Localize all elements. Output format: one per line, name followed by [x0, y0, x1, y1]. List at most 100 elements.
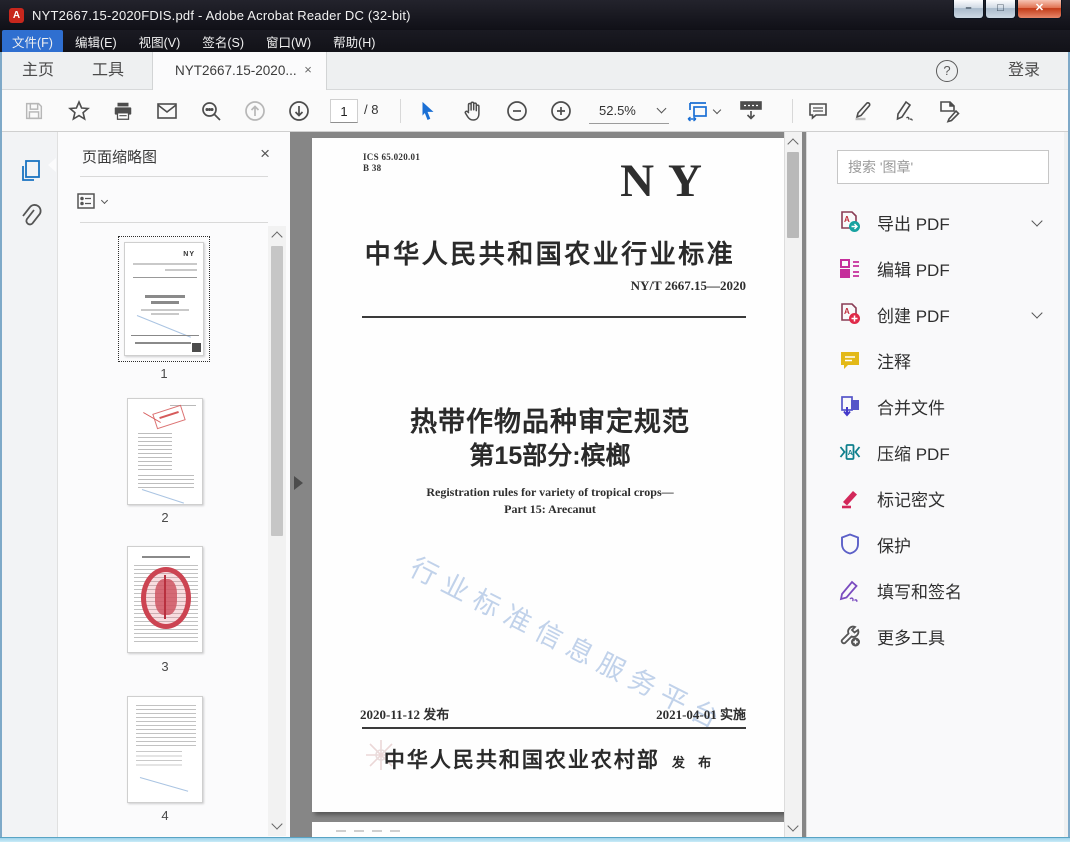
tab-home[interactable]: 主页: [22, 52, 54, 90]
menu-view[interactable]: 视图(V): [129, 30, 191, 53]
close-button[interactable]: ✕: [1017, 0, 1062, 19]
highlighter-icon[interactable]: [846, 95, 878, 127]
restore-button[interactable]: □: [985, 0, 1016, 19]
comment-icon[interactable]: [802, 95, 834, 127]
tool-redact[interactable]: 标记密文: [837, 481, 1051, 515]
svg-text:A: A: [848, 450, 853, 457]
zoom-in-icon[interactable]: [545, 95, 577, 127]
tab-document-label: NYT2667.15-2020...: [175, 63, 297, 78]
document-title-cn: 热带作物品种审定规范: [410, 407, 690, 437]
pdf-app-icon: A: [9, 7, 24, 23]
attachments-paperclip-icon[interactable]: [18, 204, 44, 230]
menu-window[interactable]: 窗口(W): [256, 30, 321, 53]
page-total-label: / 8: [364, 102, 379, 117]
pdf-page-1[interactable]: ICS 65.020.01 B 38 NY 中华人民共和国农业行业标准 NY/T…: [312, 138, 788, 812]
zoom-out-icon[interactable]: [501, 95, 533, 127]
next-page-icon[interactable]: [283, 95, 315, 127]
tool-label: 更多工具: [877, 628, 945, 648]
print-icon[interactable]: [107, 95, 139, 127]
ny-logo: NY: [620, 155, 716, 207]
tool-more-tools[interactable]: 更多工具: [837, 619, 1051, 653]
help-icon[interactable]: ?: [936, 60, 958, 82]
tools-panel: A 导出 PDF 编辑 PDF A 创建 PDF 注释 合并文件: [806, 132, 1064, 838]
export-pdf-icon: A: [837, 209, 863, 235]
edit-pdf-icon: [837, 255, 863, 281]
minimize-button[interactable]: –: [953, 0, 984, 19]
tool-protect[interactable]: 保护: [837, 527, 1051, 561]
thumbnail-page-3[interactable]: [127, 546, 203, 653]
panel-close-icon[interactable]: ×: [260, 144, 270, 164]
ics-class: B 38: [363, 163, 382, 173]
toolbar-separator: [792, 99, 793, 123]
tool-label: 标记密文: [877, 490, 945, 510]
login-button[interactable]: 登录: [1008, 52, 1040, 90]
menu-bar: 文件(F) 编辑(E) 视图(V) 签名(S) 窗口(W) 帮助(H): [0, 29, 1070, 53]
expand-left-panel-icon[interactable]: [294, 476, 303, 490]
tool-create-pdf[interactable]: A 创建 PDF: [837, 297, 1051, 331]
page-thumbnails-icon[interactable]: [18, 158, 44, 184]
panel-notch: [48, 158, 56, 172]
email-icon[interactable]: [151, 95, 183, 127]
tool-label: 填写和签名: [877, 582, 962, 602]
menu-edit[interactable]: 编辑(E): [65, 30, 127, 53]
compress-pdf-icon: A: [837, 439, 863, 465]
tool-label: 压缩 PDF: [877, 444, 950, 464]
save-icon[interactable]: [18, 95, 50, 127]
acrobat-window: A NYT2667.15-2020FDIS.pdf - Adobe Acroba…: [0, 0, 1070, 842]
scrollbar-thumb[interactable]: [271, 246, 283, 536]
chevron-down-icon[interactable]: [1031, 306, 1043, 319]
tool-label: 注释: [877, 352, 911, 372]
thumbnail-page-4[interactable]: [127, 696, 203, 803]
window-title: NYT2667.15-2020FDIS.pdf - Adobe Acrobat …: [32, 7, 411, 23]
page-number-input[interactable]: [330, 99, 358, 123]
stamp-sign-icon[interactable]: [933, 95, 965, 127]
scrollbar-thumb[interactable]: [787, 152, 799, 238]
tool-fill-sign[interactable]: 填写和签名: [837, 573, 1051, 607]
hand-tool-icon[interactable]: [457, 95, 489, 127]
tab-tools[interactable]: 工具: [92, 52, 124, 90]
thumbnail-page-1[interactable]: NY: [124, 242, 204, 356]
tool-edit-pdf[interactable]: 编辑 PDF: [837, 251, 1051, 285]
thumbnail-options-button[interactable]: [76, 188, 116, 214]
previous-page-icon[interactable]: [239, 95, 271, 127]
tool-compress-pdf[interactable]: A 压缩 PDF: [837, 435, 1051, 469]
chevron-down-icon: [656, 103, 667, 114]
combine-files-icon: [837, 393, 863, 419]
implementation-date: 2021-04-01 实施: [656, 707, 746, 722]
divider: [362, 727, 746, 729]
publisher-name: 中华人民共和国农业农村部: [383, 749, 660, 772]
page-thumbnails-panel: 页面缩略图 × NY 1 2 3 4: [58, 132, 290, 838]
menu-sign[interactable]: 签名(S): [192, 30, 254, 53]
svg-text:A: A: [844, 307, 850, 316]
thumbnail-number: 2: [161, 510, 169, 525]
divider: [80, 176, 268, 177]
thumbnail-page-2[interactable]: [127, 398, 203, 505]
chevron-down-icon[interactable]: [1031, 214, 1043, 227]
more-tools-icon: [837, 623, 863, 649]
tab-close-icon[interactable]: ×: [300, 62, 316, 78]
window-border: [0, 837, 1070, 842]
tools-search-input[interactable]: [837, 150, 1049, 184]
comment-icon: [837, 347, 863, 373]
main-toolbar: / 8 52.5%: [2, 90, 1068, 132]
tool-label: 导出 PDF: [877, 214, 950, 234]
document-view[interactable]: ICS 65.020.01 B 38 NY 中华人民共和国农业行业标准 NY/T…: [290, 132, 806, 838]
title-bar: A NYT2667.15-2020FDIS.pdf - Adobe Acroba…: [0, 0, 1070, 30]
issue-date: 2020-11-12 发布: [360, 707, 450, 722]
menu-file[interactable]: 文件(F): [2, 29, 63, 53]
star-icon[interactable]: [63, 95, 95, 127]
sign-pen-icon[interactable]: [889, 95, 921, 127]
select-tool-icon[interactable]: [412, 95, 444, 127]
pdf-page-2[interactable]: [312, 822, 788, 838]
tool-export-pdf[interactable]: A 导出 PDF: [837, 205, 1051, 239]
search-icon[interactable]: [195, 95, 227, 127]
zoom-level-dropdown[interactable]: 52.5%: [589, 97, 669, 124]
tool-combine-files[interactable]: 合并文件: [837, 389, 1051, 423]
fit-width-icon[interactable]: [682, 95, 722, 127]
menu-help[interactable]: 帮助(H): [323, 30, 385, 53]
tab-document[interactable]: NYT2667.15-2020... ×: [152, 52, 327, 90]
thumbnail-number: 1: [160, 366, 168, 381]
standard-number: NY/T 2667.15—2020: [630, 278, 746, 293]
tool-comment[interactable]: 注释: [837, 343, 1051, 377]
page-scrolling-icon[interactable]: [735, 95, 767, 127]
